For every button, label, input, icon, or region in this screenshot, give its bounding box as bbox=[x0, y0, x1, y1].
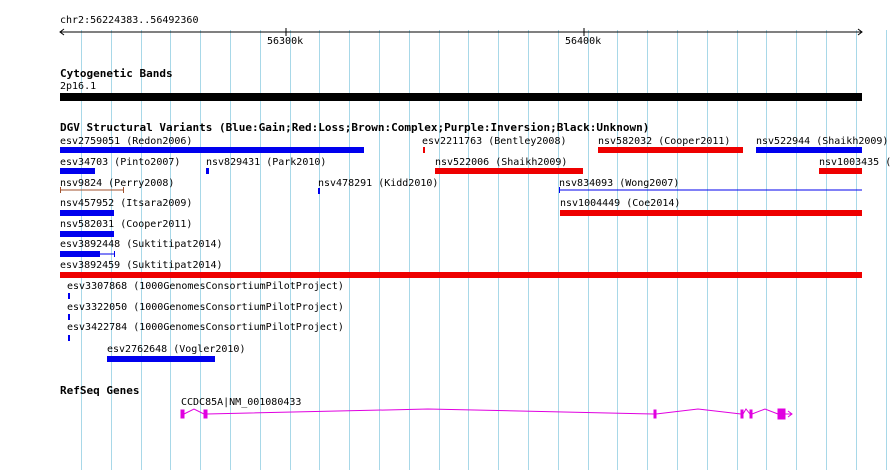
dgv-feature-bar[interactable] bbox=[756, 147, 862, 153]
dgv-feature-label: nsv457952 (Itsara2009) bbox=[60, 198, 193, 209]
dgv-feature-bar[interactable] bbox=[68, 293, 70, 299]
dgv-feature-label: esv3307868 (1000GenomesConsortiumPilotPr… bbox=[67, 281, 344, 292]
dgv-feature-bar[interactable] bbox=[560, 210, 862, 216]
dgv-feature-label: nsv478291 (Kidd2010) bbox=[318, 178, 439, 189]
dgv-feature-bar[interactable] bbox=[60, 250, 116, 258]
dgv-feature-label: nsv829431 (Park2010) bbox=[206, 157, 327, 168]
dgv-feature-bar[interactable] bbox=[598, 147, 743, 153]
ruler-tick-56300k: 56300k bbox=[267, 36, 304, 47]
cytoband-bar[interactable] bbox=[60, 93, 862, 101]
cytoband-label: 2p16.1 bbox=[60, 81, 97, 92]
dgv-feature-bar[interactable] bbox=[68, 314, 70, 320]
dgv-feature-bar[interactable] bbox=[60, 272, 862, 278]
dgv-feature-bar[interactable] bbox=[60, 168, 95, 174]
dgv-feature-bar[interactable] bbox=[107, 356, 215, 362]
dgv-feature-label: esv2762648 (Vogler2010) bbox=[107, 344, 246, 355]
dgv-feature-label: esv3422784 (1000GenomesConsortiumPilotPr… bbox=[67, 322, 344, 333]
dgv-feature-bar[interactable] bbox=[60, 210, 114, 216]
dgv-feature-bar[interactable] bbox=[423, 147, 425, 153]
dgv-feature-bar[interactable] bbox=[819, 168, 862, 174]
dgv-feature-bar[interactable] bbox=[559, 186, 862, 194]
dgv-feature-bar[interactable] bbox=[435, 168, 583, 174]
dgv-track-title: DGV Structural Variants (Blue:Gain;Red:L… bbox=[60, 121, 650, 134]
dgv-feature-bar[interactable] bbox=[60, 231, 114, 237]
dgv-feature-bar[interactable] bbox=[206, 168, 209, 174]
dgv-feature-label: nsv1004449 (Coe2014) bbox=[560, 198, 681, 209]
dgv-feature-bar[interactable] bbox=[60, 147, 364, 153]
cytoband-track-title: Cytogenetic Bands bbox=[60, 67, 173, 80]
dgv-feature-bar[interactable] bbox=[318, 188, 320, 194]
dgv-feature-label: esv3322050 (1000GenomesConsortiumPilotPr… bbox=[67, 302, 344, 313]
dgv-feature-label: nsv582031 (Cooper2011) bbox=[60, 219, 193, 230]
refseq-track-title: RefSeq Genes bbox=[60, 384, 140, 397]
ruler-tick-56400k: 56400k bbox=[565, 36, 602, 47]
dgv-feature-label: esv2211763 (Bentley2008) bbox=[422, 136, 567, 147]
dgv-feature-bar[interactable] bbox=[60, 186, 126, 194]
ruler-axis[interactable] bbox=[58, 26, 866, 40]
gene-model-ccdc85a[interactable] bbox=[178, 404, 798, 424]
dgv-feature-bar[interactable] bbox=[68, 335, 70, 341]
dgv-feature-label: esv3892459 (Suktitipat2014) bbox=[60, 260, 223, 271]
